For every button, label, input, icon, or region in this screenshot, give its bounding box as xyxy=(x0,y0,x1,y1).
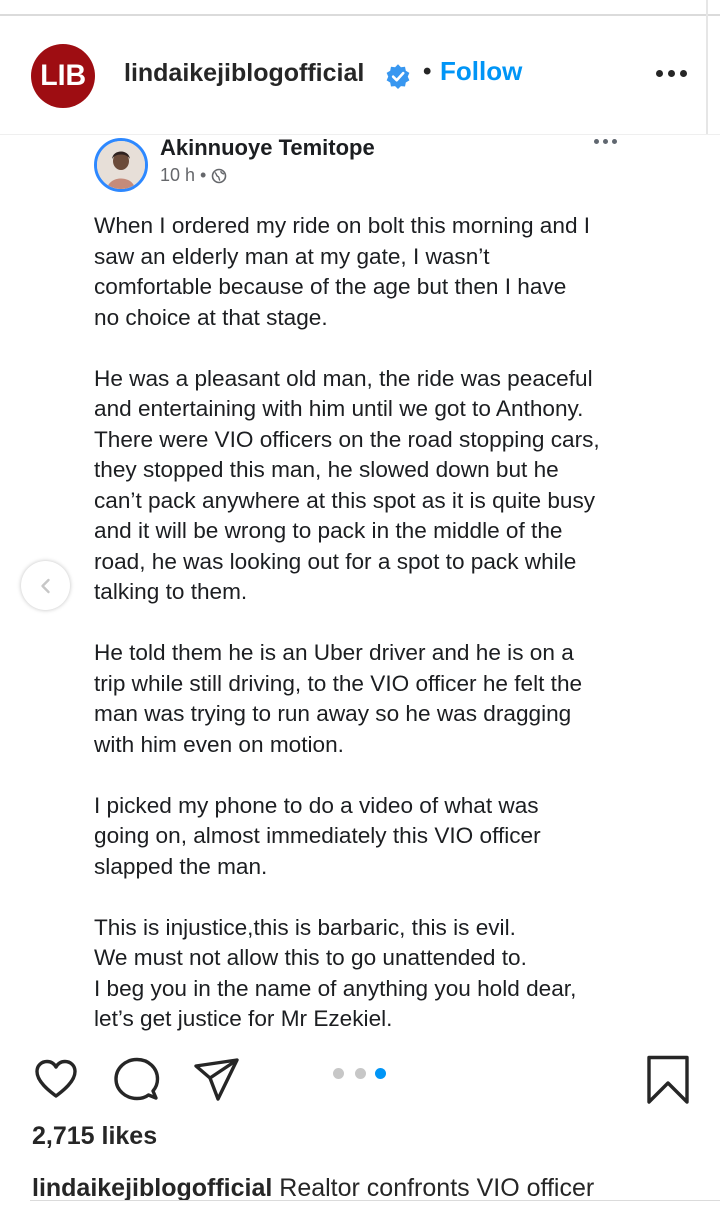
verified-badge-icon xyxy=(386,64,410,89)
post-header: LIB lindaikejiblogofficial • Follow xyxy=(0,36,720,116)
paragraph: I picked my phone to do a video of what … xyxy=(94,792,541,879)
globe-icon xyxy=(212,168,227,183)
paper-plane-icon[interactable] xyxy=(191,1054,243,1104)
paragraph: He told them he is an Uber driver and he… xyxy=(94,640,583,757)
carousel-dot-active xyxy=(375,1068,386,1079)
paragraph: He was a pleasant old man, the ride was … xyxy=(94,365,600,605)
comment-icon[interactable] xyxy=(110,1054,162,1104)
post-meta: 10 h • xyxy=(160,165,227,186)
post-body: When I ordered my ride on bolt this morn… xyxy=(94,211,654,1040)
chevron-left-icon xyxy=(40,578,50,593)
carousel-dot xyxy=(355,1068,366,1079)
author-name: Akinnuoye Temitope xyxy=(160,135,375,160)
likes-count[interactable]: 2,715 likes xyxy=(32,1122,157,1151)
post-image[interactable]: Akinnuoye Temitope 10 h • When I ordered… xyxy=(0,135,720,1040)
header-separator: • xyxy=(423,58,432,85)
bottom-divider xyxy=(30,1200,720,1201)
author-avatar xyxy=(94,138,148,192)
carousel-dot xyxy=(333,1068,344,1079)
meta-separator: • xyxy=(200,165,207,185)
more-options-icon[interactable] xyxy=(656,70,688,80)
post-caption: lindaikejiblogofficial Realtor confronts… xyxy=(32,1174,594,1203)
avatar-text: LIB xyxy=(40,59,86,92)
top-divider xyxy=(0,14,720,16)
account-username[interactable]: lindaikejiblogofficial xyxy=(124,59,364,88)
bookmark-icon[interactable] xyxy=(645,1054,691,1106)
carousel-prev-button[interactable] xyxy=(21,561,70,610)
caption-text: Realtor confronts VIO officer xyxy=(279,1174,595,1202)
paragraph: This is injustice,this is barbaric, this… xyxy=(94,914,577,1032)
heart-icon[interactable] xyxy=(31,1054,81,1104)
follow-button[interactable]: Follow xyxy=(440,56,522,87)
post-time: 10 h xyxy=(160,165,196,185)
caption-username[interactable]: lindaikejiblogofficial xyxy=(32,1174,272,1202)
author-photo xyxy=(97,141,145,189)
carousel-indicator xyxy=(333,1068,389,1080)
action-bar xyxy=(0,1050,720,1110)
account-avatar[interactable]: LIB xyxy=(31,44,95,108)
author-more-icon xyxy=(594,139,618,145)
paragraph: When I ordered my ride on bolt this morn… xyxy=(94,213,591,330)
